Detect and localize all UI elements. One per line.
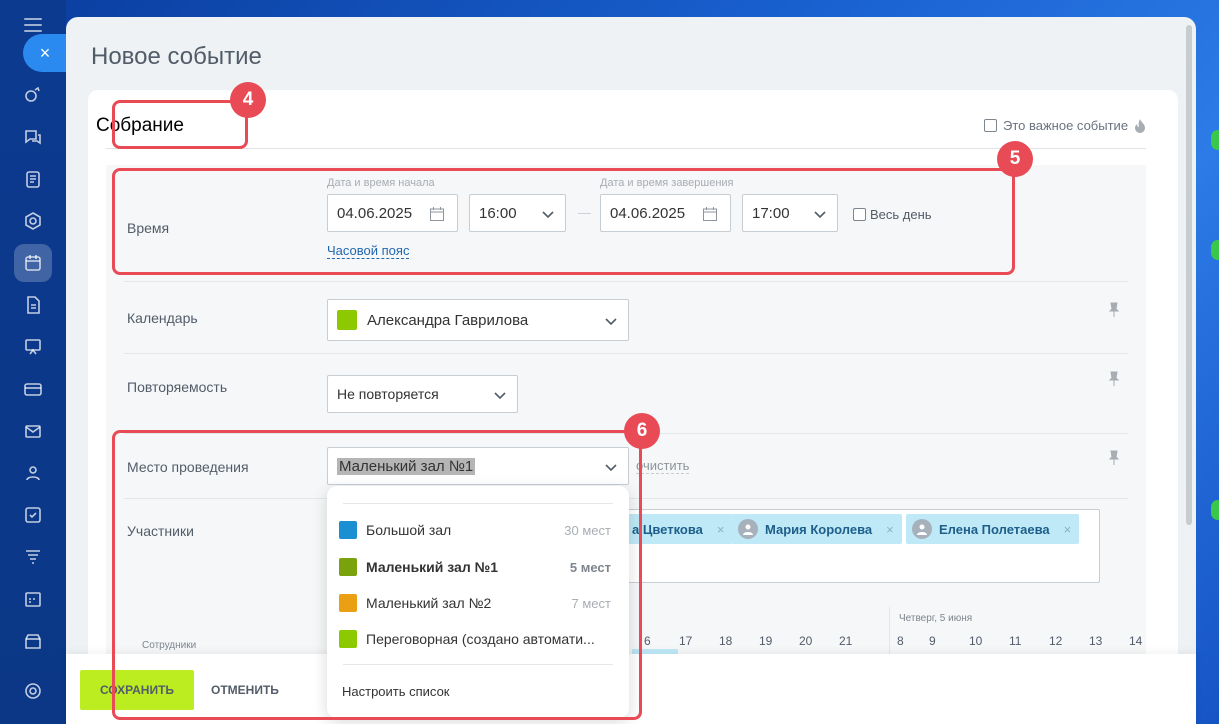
hour-label: 18 bbox=[719, 634, 733, 648]
repeat-label: Повторяемость bbox=[127, 379, 228, 395]
store-icon[interactable] bbox=[14, 622, 52, 660]
annotation-badge: 5 bbox=[997, 141, 1033, 177]
presentation-icon[interactable] bbox=[14, 328, 52, 366]
remove-participant-icon[interactable]: × bbox=[886, 522, 894, 537]
hexagon-icon[interactable] bbox=[14, 202, 52, 240]
task-icon[interactable] bbox=[14, 496, 52, 534]
repeat-value: Не повторяется bbox=[337, 386, 439, 402]
avatar bbox=[912, 519, 932, 539]
divider bbox=[106, 148, 1146, 149]
filter-icon[interactable] bbox=[14, 538, 52, 576]
remove-participant-icon[interactable]: × bbox=[1064, 522, 1072, 537]
participant-chip: Елена Полетаева × bbox=[906, 514, 1080, 544]
calendar-label: Календарь bbox=[127, 310, 198, 326]
feed-icon[interactable] bbox=[14, 76, 52, 114]
divider bbox=[124, 281, 1128, 282]
annotation-box bbox=[112, 100, 248, 149]
clear-location-link[interactable]: очистить bbox=[636, 458, 690, 474]
important-label: Это важное событие bbox=[1003, 118, 1129, 133]
repeat-select[interactable]: Не повторяется bbox=[327, 375, 518, 413]
page-title: Новое событие bbox=[91, 43, 262, 70]
chat-icon[interactable] bbox=[14, 118, 52, 156]
scrollbar[interactable] bbox=[1186, 25, 1192, 525]
hour-label: 9 bbox=[929, 634, 936, 648]
status-indicator bbox=[1211, 500, 1219, 520]
annotation-badge: 6 bbox=[624, 413, 660, 449]
avatar bbox=[738, 519, 758, 539]
hour-label: 11 bbox=[1009, 634, 1022, 648]
chevron-down-icon bbox=[605, 318, 617, 326]
hour-label: 13 bbox=[1089, 634, 1103, 648]
day-label: Четверг, 5 июня bbox=[899, 613, 973, 624]
hour-label: 6 bbox=[644, 634, 651, 648]
hour-label: 19 bbox=[759, 634, 773, 648]
calendar-value: Александра Гаврилова bbox=[367, 311, 529, 329]
file-icon[interactable] bbox=[14, 286, 52, 324]
pin-icon[interactable] bbox=[1108, 450, 1120, 466]
important-event-checkbox[interactable]: Это важное событие bbox=[984, 118, 1146, 133]
day-divider bbox=[889, 607, 890, 657]
annotation-badge: 4 bbox=[230, 82, 266, 118]
hour-label: 12 bbox=[1049, 634, 1063, 648]
document-icon[interactable] bbox=[14, 160, 52, 198]
calendar-icon[interactable] bbox=[14, 244, 52, 282]
close-panel-button[interactable]: × bbox=[23, 34, 67, 72]
schedule-icon[interactable] bbox=[14, 580, 52, 618]
annotation-box bbox=[112, 430, 642, 720]
participant-name: а Цветкова bbox=[632, 521, 703, 537]
card-icon[interactable] bbox=[14, 370, 52, 408]
hour-label: 8 bbox=[897, 634, 904, 648]
participant-name: Мария Королева bbox=[765, 521, 873, 537]
hour-label: 14 bbox=[1129, 634, 1143, 648]
pin-icon[interactable] bbox=[1108, 302, 1120, 318]
left-sidebar bbox=[0, 0, 66, 724]
calendar-color-swatch bbox=[337, 310, 357, 330]
hour-label: 20 bbox=[799, 634, 813, 648]
annotation-box bbox=[112, 168, 1015, 275]
calendar-select[interactable]: Александра Гаврилова bbox=[327, 299, 629, 341]
mail-icon[interactable] bbox=[14, 412, 52, 450]
status-indicator bbox=[1211, 130, 1219, 150]
hour-label: 17 bbox=[679, 634, 693, 648]
users-icon[interactable] bbox=[14, 454, 52, 492]
divider bbox=[124, 353, 1128, 354]
checkbox[interactable] bbox=[984, 119, 997, 132]
flame-icon bbox=[1135, 119, 1146, 133]
hour-label: 10 bbox=[969, 634, 983, 648]
participant-chip: Мария Королева × bbox=[732, 514, 902, 544]
hour-label: 21 bbox=[839, 634, 853, 648]
pin-icon[interactable] bbox=[1108, 371, 1120, 387]
remove-participant-icon[interactable]: × bbox=[717, 522, 725, 537]
participant-name: Елена Полетаева bbox=[939, 521, 1050, 537]
settings-icon[interactable] bbox=[14, 672, 52, 710]
chevron-down-icon bbox=[494, 392, 506, 400]
status-indicator bbox=[1211, 240, 1219, 260]
